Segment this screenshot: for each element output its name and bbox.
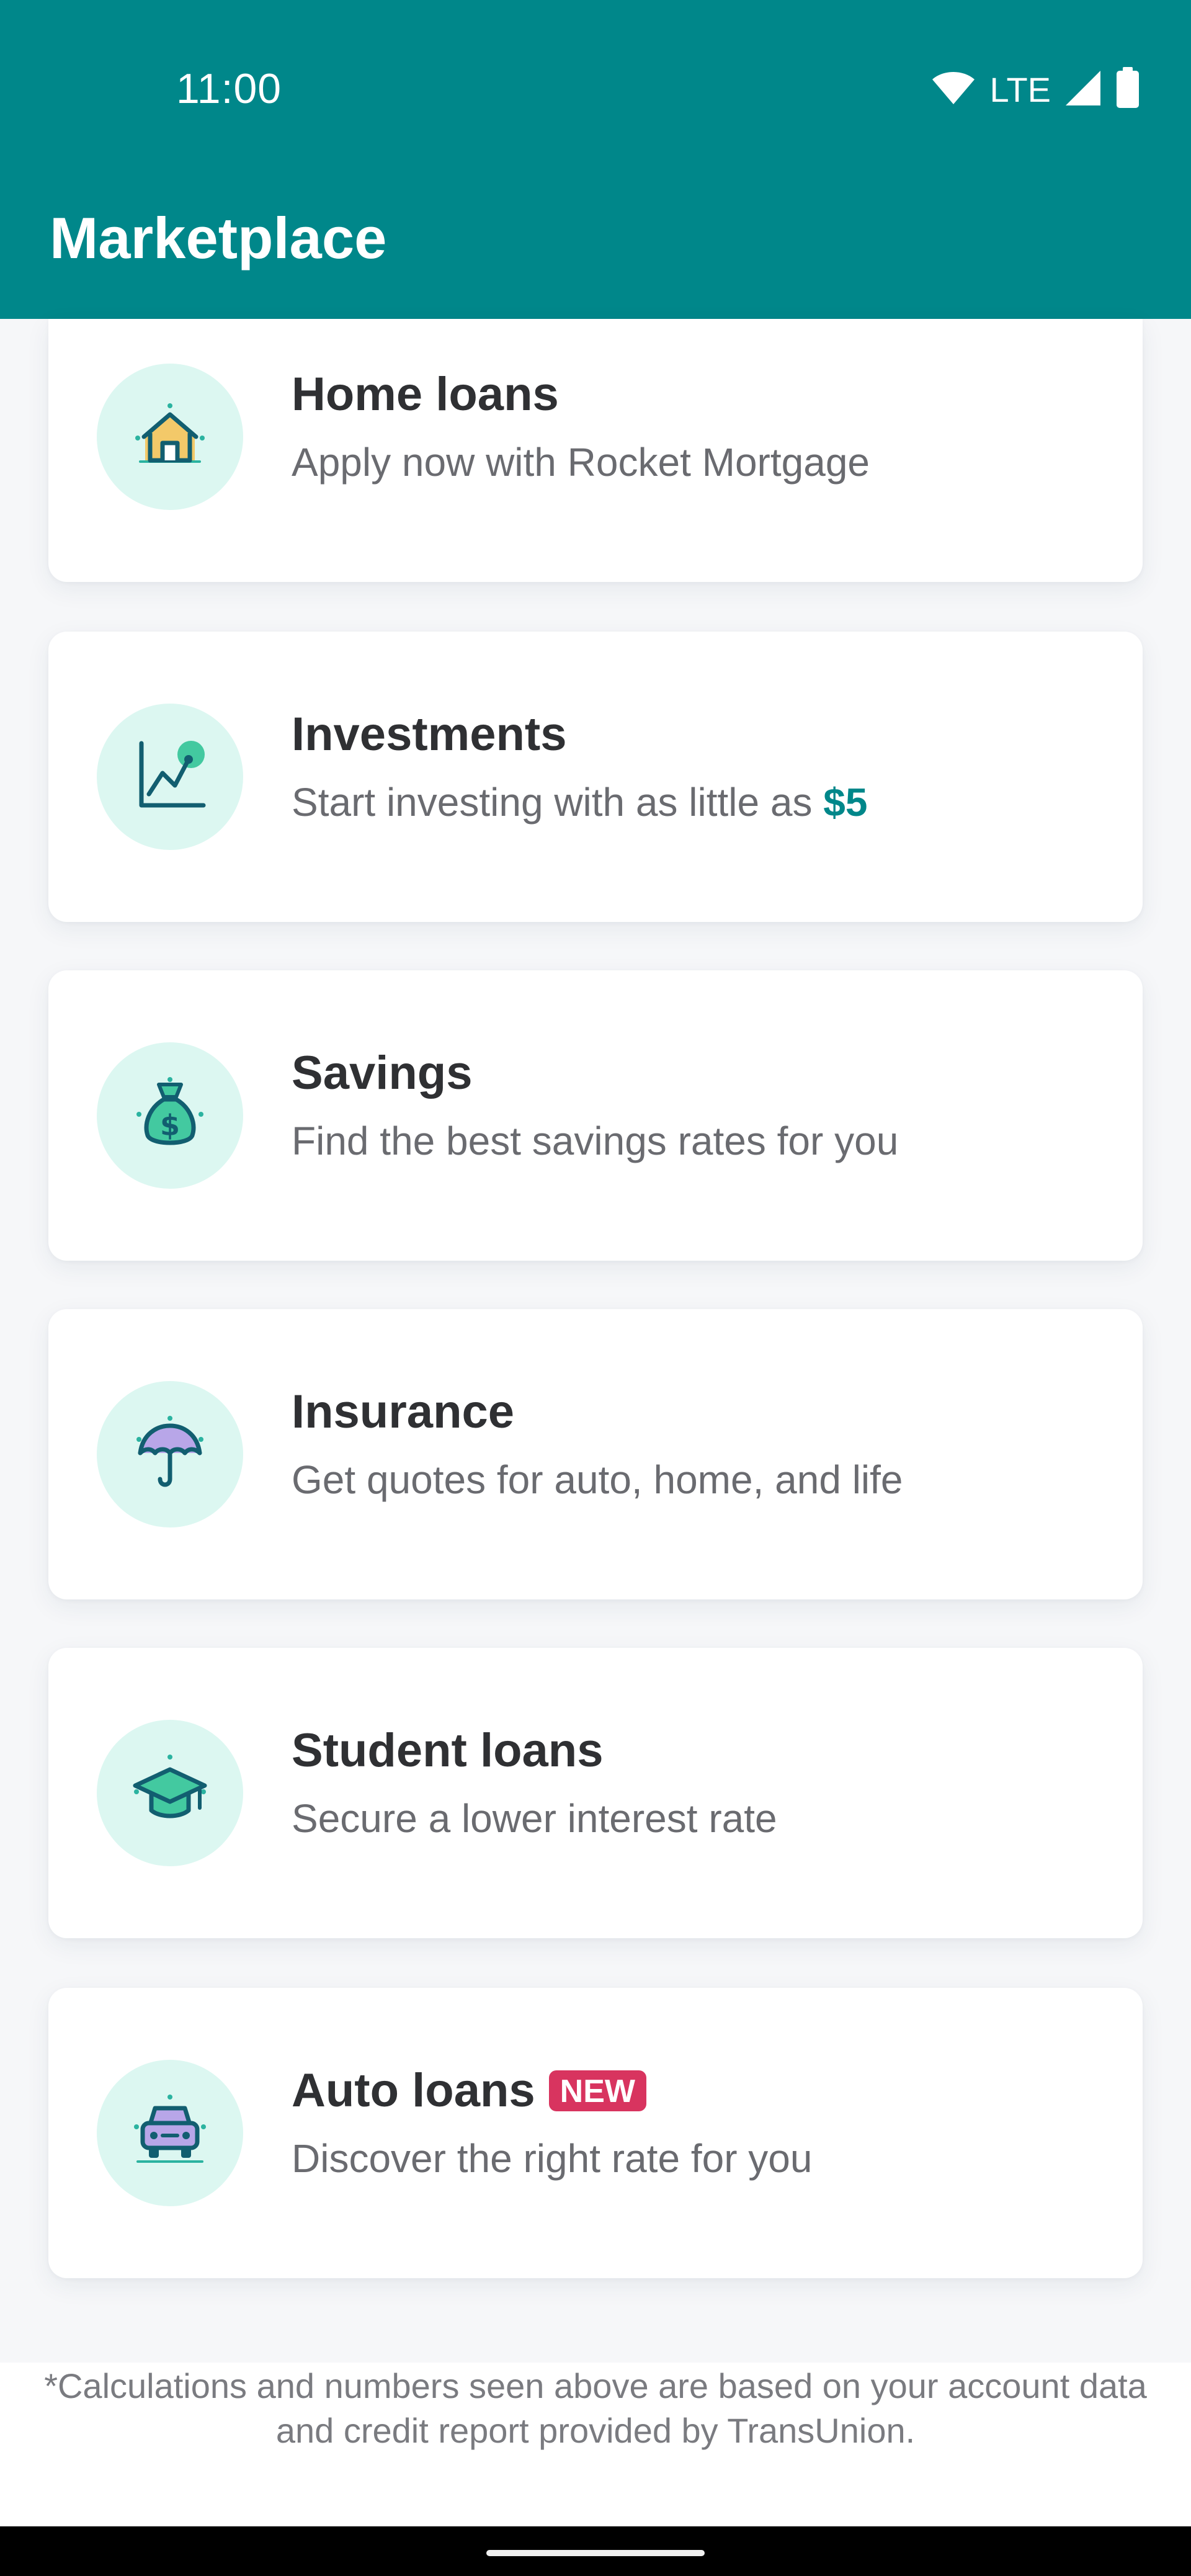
insurance-icon-circle [97, 1381, 243, 1527]
card-title: Insurance [292, 1385, 514, 1439]
student-loans-icon-circle [97, 1720, 243, 1866]
home-loans-title: Home loans [292, 368, 559, 421]
card-title: Investments [292, 707, 567, 761]
system-nav-bar [0, 2526, 1191, 2576]
card-auto-loans[interactable]: Auto loans NEW Discover the right rate f… [48, 1988, 1143, 2278]
card-subtitle: Find the best savings rates for you [292, 1119, 899, 1163]
card-subtitle: Secure a lower interest rate [292, 1796, 777, 1841]
umbrella-icon [127, 1410, 213, 1500]
home-loans-icon-circle [97, 364, 243, 510]
page-title: Marketplace [50, 205, 387, 271]
chart-line-icon [127, 732, 213, 822]
svg-text:$: $ [160, 1109, 180, 1142]
app-bar: 11:00 LTE Marketplace [0, 0, 1191, 319]
network-type: LTE [989, 70, 1051, 109]
house-icon [127, 392, 213, 482]
card-title: Home loans [292, 367, 559, 421]
savings-title: Savings [292, 1047, 473, 1099]
graduation-cap-icon [127, 1748, 213, 1838]
status-time: 11:00 [176, 65, 282, 112]
investments-subtitle-text: Start investing with as little as [292, 780, 813, 825]
card-subtitle: Discover the right rate for you [292, 2136, 813, 2181]
card-investments[interactable]: Investments Start investing with as litt… [48, 632, 1143, 922]
home-gesture-handle[interactable] [486, 2550, 705, 2556]
card-subtitle: Apply now with Rocket Mortgage [292, 440, 870, 485]
new-badge: NEW [548, 2070, 646, 2111]
money-bag-icon: $ [127, 1071, 213, 1161]
savings-icon-circle: $ [97, 1042, 243, 1189]
auto-loans-title: Auto loans [292, 2064, 535, 2117]
wifi-icon [931, 69, 976, 110]
car-icon [127, 2088, 213, 2178]
investments-icon-circle [97, 704, 243, 850]
card-title: Auto loans NEW [292, 2064, 646, 2118]
card-subtitle: Get quotes for auto, home, and life [292, 1457, 903, 1502]
battery-icon [1115, 67, 1140, 112]
investments-min-amount: $5 [823, 780, 868, 825]
card-title: Savings [292, 1046, 472, 1100]
student-loans-title: Student loans [292, 1724, 604, 1777]
card-subtitle: Start investing with as little as $5 [292, 779, 867, 825]
auto-loans-icon-circle [97, 2060, 243, 2206]
card-home-loans[interactable]: Home loans Apply now with Rocket Mortgag… [48, 319, 1143, 582]
card-student-loans[interactable]: Student loans Secure a lower interest ra… [48, 1648, 1143, 1938]
status-icons: LTE [931, 67, 1140, 112]
disclaimer-text: *Calculations and numbers seen above are… [44, 2366, 1147, 2450]
card-insurance[interactable]: Insurance Get quotes for auto, home, and… [48, 1309, 1143, 1599]
card-title: Student loans [292, 1724, 603, 1778]
insurance-title: Insurance [292, 1385, 515, 1438]
investments-title: Investments [292, 708, 567, 761]
card-savings[interactable]: $ Savings Find the best savings rates fo… [48, 970, 1143, 1261]
cell-signal-icon [1064, 69, 1102, 110]
